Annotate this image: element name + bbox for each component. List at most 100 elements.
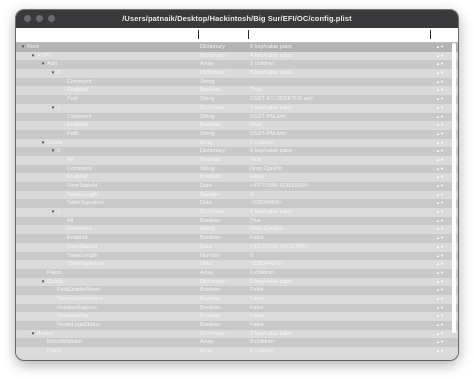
row-key[interactable]: All	[67, 217, 199, 226]
value-stepper-icon[interactable]: ▲▼	[436, 60, 444, 69]
value-stepper-icon[interactable]: ▲▼	[436, 208, 444, 217]
value-stepper-icon[interactable]: ▲▼	[436, 130, 444, 139]
row-type[interactable]: Dictionary	[200, 43, 225, 52]
row-type[interactable]: Array	[200, 347, 213, 356]
row-value[interactable]: 3 key/value pairs	[250, 104, 436, 113]
value-stepper-icon[interactable]: ▲▼	[436, 269, 444, 278]
row-type[interactable]: Boolean	[200, 286, 221, 295]
value-stepper-icon[interactable]: ▲▼	[436, 199, 444, 208]
table-row[interactable]: Patch Array 0 children ▲▼	[16, 347, 458, 356]
row-key[interactable]: Quirks	[47, 278, 199, 287]
table-row[interactable]: ResetLogoStatus Boolean False ▲▼	[16, 321, 458, 330]
table-row[interactable]: Path String SSDT-EC-DESKTOP.aml ▲▼	[16, 95, 458, 104]
table-row[interactable]: ▾ Delete Array 2 children ▲▼	[16, 138, 458, 148]
row-key[interactable]: Enabled	[67, 173, 199, 182]
row-key[interactable]: Comment	[67, 225, 199, 234]
value-stepper-icon[interactable]: ▲▼	[436, 78, 444, 87]
value-stepper-icon[interactable]: ▲▼	[436, 347, 444, 356]
table-row[interactable]: TableSignature Data <53534454> ▲▼	[16, 260, 458, 269]
row-type[interactable]: Boolean	[200, 321, 221, 330]
value-stepper-icon[interactable]: ▲▼	[436, 139, 444, 148]
disclosure-triangle-icon[interactable]: ▾	[30, 330, 36, 339]
row-key[interactable]: RebaseRegions	[57, 304, 199, 313]
value-stepper-icon[interactable]: ▲▼	[436, 260, 444, 269]
disclosure-triangle-icon[interactable]: ▾	[50, 147, 56, 156]
row-value[interactable]: 2 children	[250, 60, 436, 69]
value-stepper-icon[interactable]: ▲▼	[436, 330, 444, 339]
table-row[interactable]: OemTableId Data <43707530 49737400> ▲▼	[16, 242, 458, 252]
row-key[interactable]: 0	[57, 147, 199, 156]
row-key[interactable]: FadtEnableReset	[57, 286, 199, 295]
row-value[interactable]: False	[250, 286, 436, 295]
row-value[interactable]: False	[250, 321, 436, 330]
row-value[interactable]: True	[250, 86, 436, 95]
row-type[interactable]: String	[200, 165, 215, 174]
row-key[interactable]: TableLength	[67, 191, 199, 200]
value-stepper-icon[interactable]: ▲▼	[436, 173, 444, 182]
row-type[interactable]: String	[200, 225, 215, 234]
row-key[interactable]: All	[67, 156, 199, 165]
value-stepper-icon[interactable]: ▲▼	[436, 86, 444, 95]
row-type[interactable]: Boolean	[200, 217, 221, 226]
value-stepper-icon[interactable]: ▲▼	[436, 156, 444, 165]
table-row[interactable]: Path String SSDT-PM.aml ▲▼	[16, 129, 458, 139]
row-value[interactable]: False	[250, 295, 436, 304]
row-type[interactable]: Array	[200, 269, 213, 278]
disclosure-triangle-icon[interactable]: ▾	[50, 69, 56, 78]
row-key[interactable]: Delete	[47, 139, 199, 148]
row-type[interactable]: Boolean	[200, 295, 221, 304]
row-value[interactable]: 6 key/value pairs	[250, 147, 436, 156]
row-type[interactable]: Data	[200, 243, 212, 252]
row-value[interactable]: 3 key/value pairs	[250, 330, 436, 339]
row-value[interactable]: 8 key/value pairs	[250, 43, 436, 52]
table-row[interactable]: TableLength Number 0 ▲▼	[16, 251, 458, 261]
value-stepper-icon[interactable]: ▲▼	[436, 43, 444, 52]
value-stepper-icon[interactable]: ▲▼	[436, 165, 444, 174]
row-key[interactable]: ACPI	[37, 52, 199, 61]
value-stepper-icon[interactable]: ▲▼	[436, 312, 444, 321]
row-type[interactable]: Number	[200, 252, 220, 261]
table-row[interactable]: Comment String SSDT-PM.aml ▲▼	[16, 112, 458, 122]
row-type[interactable]: Dictionary	[200, 147, 225, 156]
row-key[interactable]: Comment	[67, 78, 199, 87]
row-key[interactable]: NormalizeHeaders	[57, 295, 199, 304]
row-key[interactable]: ResetLogoStatus	[57, 321, 199, 330]
value-stepper-icon[interactable]: ▲▼	[436, 95, 444, 104]
disclosure-triangle-icon[interactable]: ▾	[40, 139, 46, 148]
table-row[interactable]: ▾ 0 Dictionary 6 key/value pairs ▲▼	[16, 147, 458, 156]
disclosure-triangle-icon[interactable]: ▾	[30, 52, 36, 61]
value-stepper-icon[interactable]: ▲▼	[436, 52, 444, 61]
table-row[interactable]: TableLength Number 0 ▲▼	[16, 190, 458, 200]
row-type[interactable]: Boolean	[200, 121, 221, 130]
value-stepper-icon[interactable]: ▲▼	[436, 104, 444, 113]
row-value[interactable]: <53534454>	[250, 199, 436, 208]
row-value[interactable]: False	[250, 312, 436, 321]
table-row[interactable]: ▾ 1 Dictionary 3 key/value pairs ▲▼	[16, 103, 458, 113]
row-value[interactable]: True	[250, 121, 436, 130]
row-value[interactable]: True	[250, 156, 436, 165]
table-row[interactable]: Enabled Boolean True ▲▼	[16, 121, 458, 130]
row-value[interactable]: False	[250, 304, 436, 313]
value-stepper-icon[interactable]: ▲▼	[436, 252, 444, 261]
row-key[interactable]: Enabled	[67, 234, 199, 243]
table-row[interactable]: Patch Array 0 children ▲▼	[16, 268, 458, 278]
table-row[interactable]: All Boolean True ▲▼	[16, 155, 458, 165]
row-type[interactable]: Dictionary	[200, 52, 225, 61]
row-value[interactable]: <43707530 49737400>	[250, 243, 436, 252]
row-key[interactable]: Path	[67, 95, 199, 104]
row-value[interactable]: True	[250, 217, 436, 226]
table-row[interactable]: OemTableId Data <43707550 6D000000> ▲▼	[16, 182, 458, 191]
row-type[interactable]: Array	[200, 338, 213, 347]
value-stepper-icon[interactable]: ▲▼	[436, 234, 444, 243]
table-row[interactable]: MmioWhitelist Array 0 children ▲▼	[16, 338, 458, 348]
disclosure-triangle-icon[interactable]: ▾	[50, 208, 56, 217]
table-row[interactable]: ▾ Booter Dictionary 3 key/value pairs ▲▼	[16, 329, 458, 339]
table-row[interactable]: ResetHwSig Boolean False ▲▼	[16, 312, 458, 321]
column-divider-end[interactable]	[430, 30, 431, 39]
table-row[interactable]: Comment String Drop Cpu0Ist ▲▼	[16, 225, 458, 235]
value-stepper-icon[interactable]: ▲▼	[436, 321, 444, 330]
disclosure-triangle-icon[interactable]: ▾	[40, 278, 46, 287]
row-key[interactable]: 1	[57, 104, 199, 113]
row-key[interactable]: Comment	[67, 165, 199, 174]
row-value[interactable]: 2 children	[250, 139, 436, 148]
